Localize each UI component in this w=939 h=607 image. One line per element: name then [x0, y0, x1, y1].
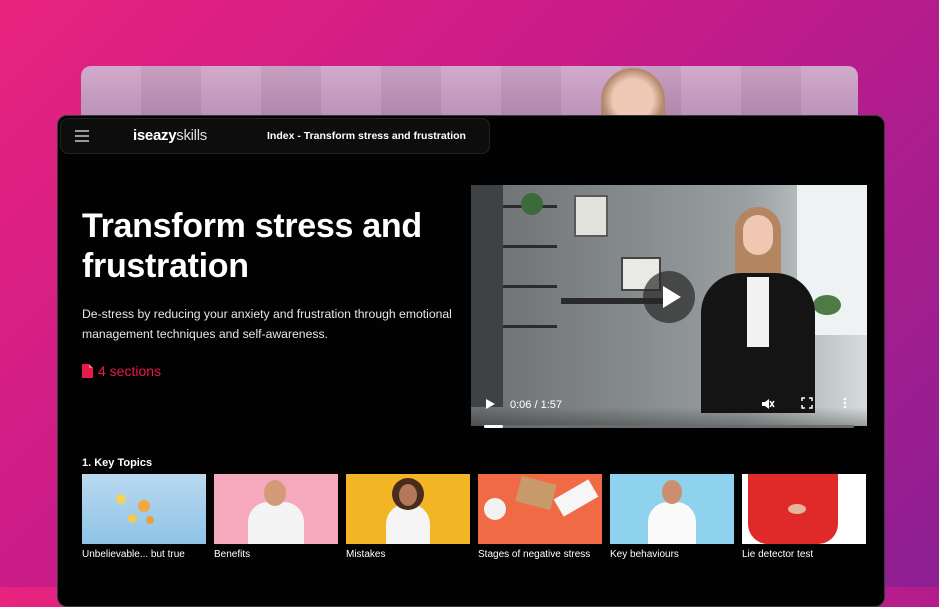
video-progress-fill	[484, 425, 503, 428]
topic-label: Benefits	[214, 549, 251, 560]
breadcrumb: Index - Transform stress and frustration	[267, 130, 466, 142]
topic-card[interactable]: Stages of negative stress	[478, 474, 602, 560]
video-time: 0:06 / 1:57	[510, 399, 562, 411]
topic-label: Stages of negative stress	[478, 549, 591, 560]
volume-muted-icon[interactable]	[761, 397, 775, 414]
document-icon	[82, 364, 93, 378]
topic-card[interactable]: Mistakes	[346, 474, 470, 560]
course-description: De-stress by reducing your anxiety and f…	[82, 307, 452, 341]
course-window: iseazyskills Index - Transform stress an…	[57, 115, 885, 607]
video-player[interactable]: 0:06 / 1:57	[471, 185, 867, 426]
topic-card[interactable]: Key behaviours	[610, 474, 734, 560]
topic-label: Key behaviours	[610, 549, 679, 560]
fullscreen-icon[interactable]	[801, 397, 813, 412]
topic-thumbnail	[214, 474, 338, 544]
topic-card[interactable]: Benefits	[214, 474, 338, 560]
top-bar: iseazyskills Index - Transform stress an…	[60, 118, 490, 154]
more-vertical-icon[interactable]	[843, 397, 847, 412]
topic-label: Lie detector test	[742, 549, 814, 560]
topic-card[interactable]: Lie detector test	[742, 474, 866, 560]
page-title: Transform stress and frustration	[82, 207, 422, 285]
topic-label: Unbelievable... but true	[82, 549, 185, 560]
sections-count[interactable]: 4 sections	[82, 363, 161, 379]
sections-label: 4 sections	[98, 363, 162, 379]
logo: iseazyskills	[133, 127, 207, 144]
topic-thumbnail	[742, 474, 866, 544]
video-progress-bar[interactable]	[484, 425, 854, 428]
presenter	[699, 207, 817, 413]
topics-heading: 1. Key Topics	[82, 457, 153, 469]
topics-list: Unbelievable... but true Benefits Mistak…	[82, 474, 866, 560]
topic-thumbnail	[82, 474, 206, 544]
play-button[interactable]	[643, 271, 695, 323]
topic-thumbnail	[610, 474, 734, 544]
topic-label: Mistakes	[346, 549, 386, 560]
topic-thumbnail	[478, 474, 602, 544]
topic-thumbnail	[346, 474, 470, 544]
topic-card[interactable]: Unbelievable... but true	[82, 474, 206, 560]
hamburger-icon[interactable]	[75, 130, 91, 142]
play-icon[interactable]	[486, 399, 495, 409]
